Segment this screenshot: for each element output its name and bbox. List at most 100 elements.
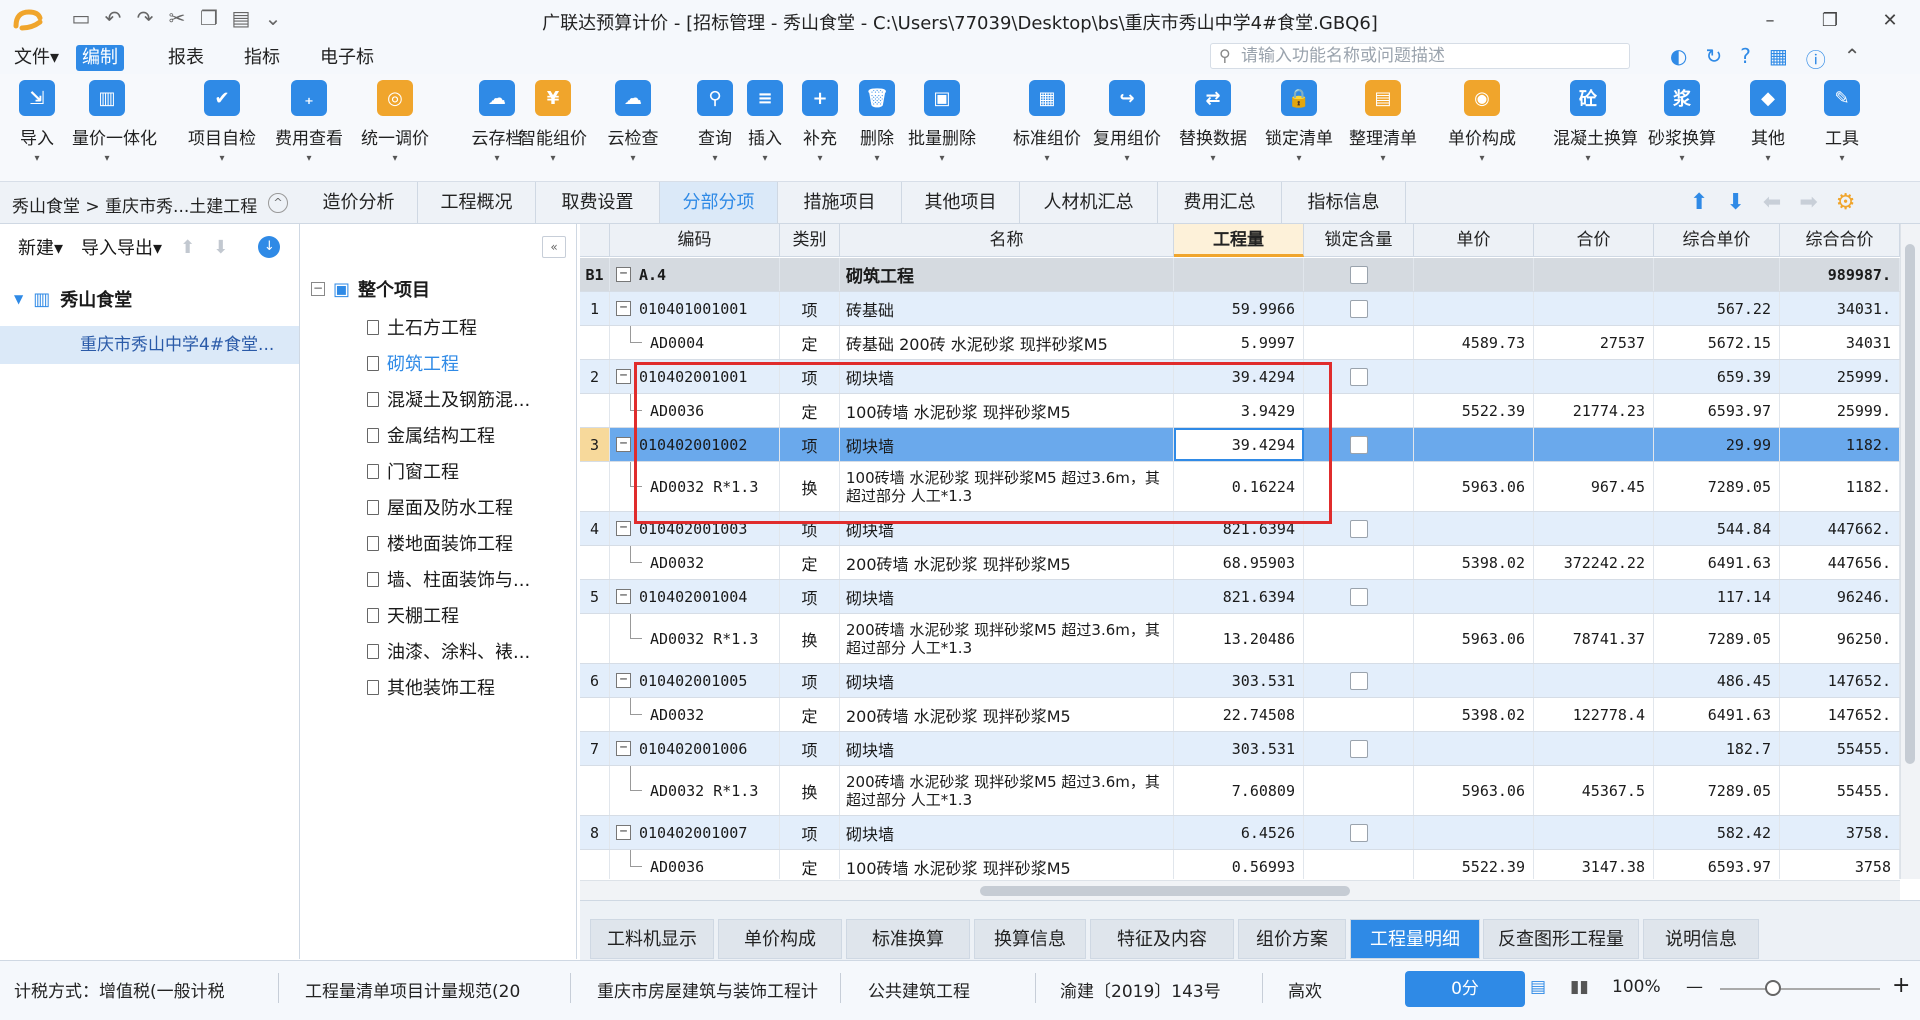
- name-cell[interactable]: 砌块墙: [840, 664, 1174, 697]
- name-cell[interactable]: 砌块墙: [840, 816, 1174, 849]
- composite-unit-cell[interactable]: 6593.97: [1654, 394, 1780, 427]
- project-root[interactable]: ▼ ▥ 秀山食堂: [14, 286, 132, 312]
- lock-cell[interactable]: [1304, 614, 1414, 663]
- quantity-cell[interactable]: 6.4526: [1174, 816, 1304, 849]
- row-collapse-icon[interactable]: −: [616, 437, 631, 452]
- code-cell[interactable]: AD0032: [610, 698, 780, 731]
- new-button[interactable]: 新建▾: [18, 234, 63, 260]
- move-up-icon[interactable]: ⬆: [1690, 190, 1708, 215]
- row-collapse-icon[interactable]: −: [616, 673, 631, 688]
- tab-fee-summary[interactable]: 费用汇总: [1158, 182, 1282, 223]
- lock-cell[interactable]: [1304, 360, 1414, 393]
- row-number[interactable]: 3: [580, 428, 610, 461]
- composite-total-cell[interactable]: 147652.: [1780, 698, 1900, 731]
- total-cell[interactable]: 45367.5: [1534, 766, 1654, 815]
- unit-price-cell[interactable]: [1414, 732, 1534, 765]
- bottom-tab-8[interactable]: 说明信息: [1643, 919, 1759, 959]
- composite-unit-cell[interactable]: 117.14: [1654, 580, 1780, 613]
- unit-price-cell[interactable]: 5963.06: [1414, 462, 1534, 511]
- lock-checkbox[interactable]: [1349, 671, 1368, 690]
- row-number[interactable]: [580, 394, 610, 427]
- code-cell[interactable]: AD0032: [610, 546, 780, 579]
- quantity-cell[interactable]: 0.16224: [1174, 462, 1304, 511]
- lock-cell[interactable]: [1304, 462, 1414, 511]
- lock-cell[interactable]: [1304, 428, 1414, 461]
- restore-button[interactable]: ❐: [1800, 0, 1860, 40]
- tree-item-3[interactable]: 金属结构工程: [367, 422, 495, 448]
- lock-cell[interactable]: [1304, 850, 1414, 879]
- code-cell[interactable]: −010402001006: [610, 732, 780, 765]
- row-number[interactable]: 4: [580, 512, 610, 545]
- quantity-cell[interactable]: 68.95903: [1174, 546, 1304, 579]
- ribbon-button-concrete-convert[interactable]: 砼混凝土换算 ▾: [1553, 80, 1638, 164]
- type-cell[interactable]: 项: [780, 664, 840, 697]
- type-cell[interactable]: 项: [780, 428, 840, 461]
- download-icon[interactable]: ↓: [258, 236, 281, 258]
- name-cell[interactable]: 砌块墙: [840, 732, 1174, 765]
- composite-total-cell[interactable]: 147652.: [1780, 664, 1900, 697]
- code-cell[interactable]: −010402001004: [610, 580, 780, 613]
- composite-total-cell[interactable]: 447656.: [1780, 546, 1900, 579]
- quantity-cell[interactable]: 22.74508: [1174, 698, 1304, 731]
- header-composite-total[interactable]: 综合合价: [1780, 224, 1900, 257]
- quota-row[interactable]: AD0032 定 200砖墙 水泥砂浆 现拌砂浆M5 68.95903 5398.02 3…: [580, 546, 1900, 580]
- total-cell[interactable]: 372242.22: [1534, 546, 1654, 579]
- lock-cell[interactable]: [1304, 816, 1414, 849]
- tree-item-2[interactable]: 混凝土及钢筋混...: [367, 386, 530, 412]
- name-cell[interactable]: 100砖墙 水泥砂浆 现拌砂浆M5 超过3.6m，其超过部分 人工*1.3: [840, 462, 1174, 511]
- total-cell[interactable]: [1534, 292, 1654, 325]
- quota-row[interactable]: AD0036 定 100砖墙 水泥砂浆 现拌砂浆M5 0.56993 5522.39 31…: [580, 850, 1900, 879]
- lock-checkbox[interactable]: [1349, 519, 1368, 538]
- item-row[interactable]: 6−010402001005 项砌块墙 303.531 486.45 147652.: [580, 664, 1900, 698]
- composite-unit-cell[interactable]: 486.45: [1654, 664, 1780, 697]
- quantity-cell[interactable]: 3.9429: [1174, 394, 1304, 427]
- ribbon-button-lock-list[interactable]: 🔒 锁定清单 ▾: [1264, 80, 1334, 164]
- item-row[interactable]: 4−010402001003 项砌块墙 821.6394 544.84 447662.: [580, 512, 1900, 546]
- code-cell[interactable]: AD0004: [610, 326, 780, 359]
- score-badge[interactable]: 0分: [1405, 971, 1525, 1007]
- tree-item-5[interactable]: 屋面及防水工程: [367, 494, 513, 520]
- composite-total-cell[interactable]: 1182.: [1780, 462, 1900, 511]
- total-cell[interactable]: [1534, 512, 1654, 545]
- type-cell[interactable]: 定: [780, 850, 840, 879]
- quantity-cell[interactable]: 821.6394: [1174, 512, 1304, 545]
- name-cell[interactable]: 砖基础: [840, 292, 1174, 325]
- type-cell[interactable]: 定: [780, 394, 840, 427]
- item-row[interactable]: 5−010402001004 项砌块墙 821.6394 117.14 96246.: [580, 580, 1900, 614]
- lock-checkbox[interactable]: [1349, 367, 1368, 386]
- tab-sub-items[interactable]: 分部分项: [660, 182, 778, 223]
- quantity-cell[interactable]: 39.4294: [1174, 428, 1304, 461]
- row-collapse-icon[interactable]: −: [616, 301, 631, 316]
- code-cell[interactable]: −010401001001: [610, 292, 780, 325]
- quantity-cell[interactable]: 59.9966: [1174, 292, 1304, 325]
- header-quantity[interactable]: 工程量: [1174, 224, 1304, 257]
- unit-price-cell[interactable]: [1414, 512, 1534, 545]
- row-number[interactable]: [580, 614, 610, 663]
- composite-total-cell[interactable]: 3758: [1780, 850, 1900, 879]
- move-right-icon[interactable]: ➡: [1799, 190, 1817, 215]
- code-cell[interactable]: AD0032 R*1.3: [610, 614, 780, 663]
- code-cell[interactable]: −010402001002: [610, 428, 780, 461]
- composite-unit-cell[interactable]: 7289.05: [1654, 614, 1780, 663]
- row-number[interactable]: 6: [580, 664, 610, 697]
- composite-total-cell[interactable]: 55455.: [1780, 766, 1900, 815]
- menu-ebid[interactable]: 电子标: [314, 45, 380, 71]
- refresh-icon[interactable]: ↻: [1705, 44, 1722, 73]
- quantity-cell[interactable]: 303.531: [1174, 664, 1304, 697]
- collapse-panel-button[interactable]: «: [542, 236, 566, 258]
- row-number[interactable]: [580, 326, 610, 359]
- type-cell[interactable]: 定: [780, 698, 840, 731]
- lock-checkbox[interactable]: [1349, 587, 1368, 606]
- lock-checkbox[interactable]: [1349, 299, 1368, 318]
- unit-price-cell[interactable]: 5522.39: [1414, 394, 1534, 427]
- composite-unit-cell[interactable]: 6491.63: [1654, 698, 1780, 731]
- code-cell[interactable]: −010402001003: [610, 512, 780, 545]
- row-collapse-icon[interactable]: −: [616, 589, 631, 604]
- down-arrow-icon[interactable]: ⬇: [213, 237, 228, 258]
- ribbon-button-import[interactable]: ⇲ 导入 ▾: [2, 80, 72, 164]
- composite-unit-cell[interactable]: 544.84: [1654, 512, 1780, 545]
- composite-unit-cell[interactable]: 7289.05: [1654, 462, 1780, 511]
- total-cell[interactable]: 27537: [1534, 326, 1654, 359]
- lock-cell[interactable]: [1304, 766, 1414, 815]
- total-cell[interactable]: 78741.37: [1534, 614, 1654, 663]
